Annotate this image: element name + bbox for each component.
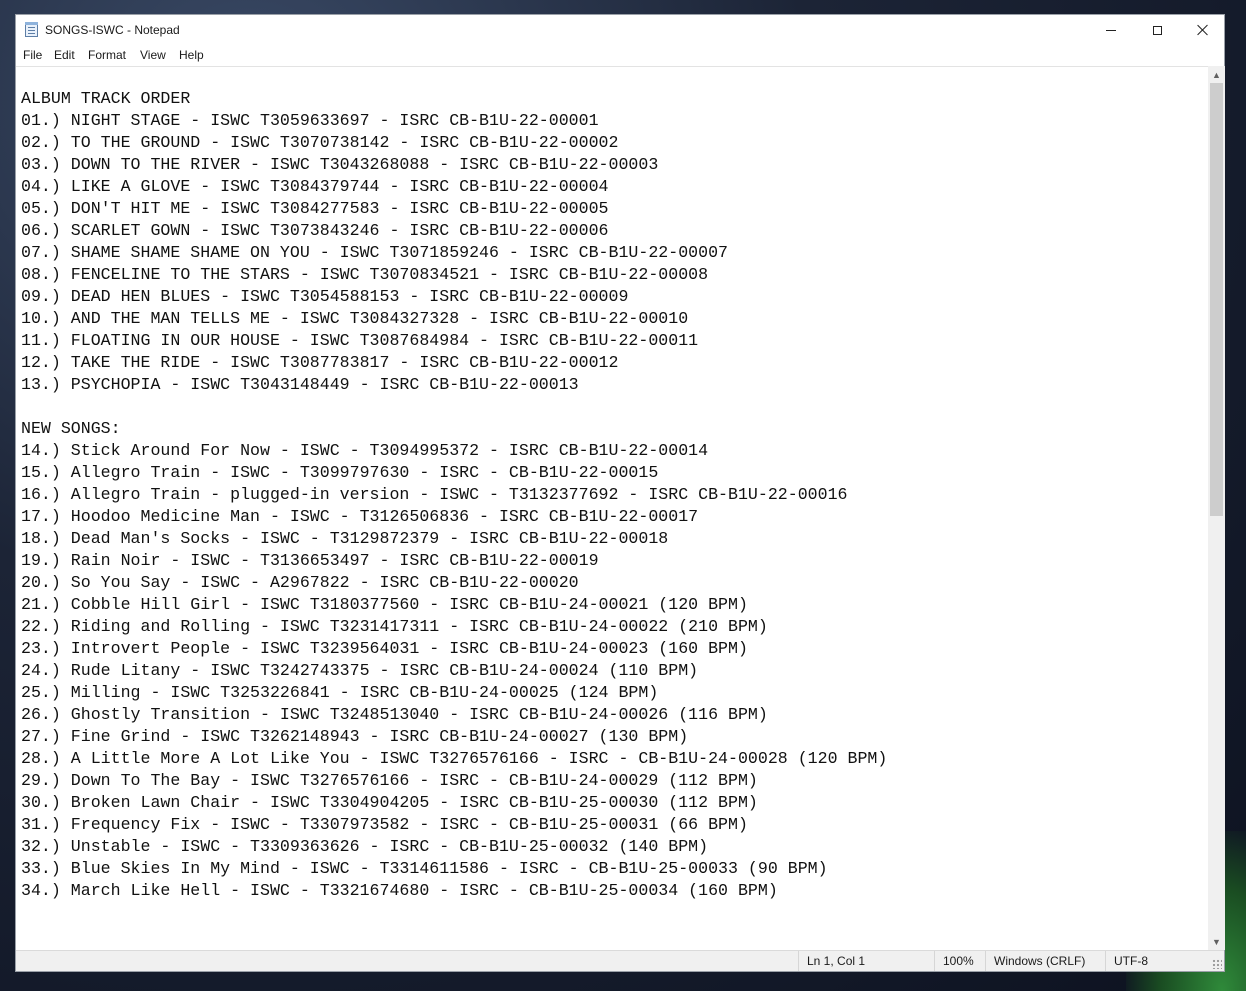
line-endings: Windows (CRLF) xyxy=(985,951,1105,971)
text-line: 15.) Allegro Train - ISWC - T3099797630 … xyxy=(21,463,659,482)
notepad-icon xyxy=(25,22,38,37)
menu-view[interactable]: View xyxy=(137,47,169,63)
text-line: 28.) A Little More A Lot Like You - ISWC… xyxy=(21,749,888,768)
notepad-window: SONGS-ISWC - Notepad File Edit Format Vi… xyxy=(15,14,1225,972)
text-line: 14.) Stick Around For Now - ISWC - T3094… xyxy=(21,441,709,460)
menu-edit[interactable]: Edit xyxy=(51,47,78,63)
text-line: 19.) Rain Noir - ISWC - T3136653497 - IS… xyxy=(21,551,599,570)
menu-format[interactable]: Format xyxy=(85,47,129,63)
encoding: UTF-8 xyxy=(1105,951,1205,971)
scroll-down-button[interactable]: ▼ xyxy=(1208,933,1225,950)
text-editor[interactable]: ALBUM TRACK ORDER 01.) NIGHT STAGE - ISWC… xyxy=(16,66,1208,951)
text-line: ALBUM TRACK ORDER xyxy=(21,89,191,108)
text-line: 03.) DOWN TO THE RIVER - ISWC T304326808… xyxy=(21,155,659,174)
chevron-down-icon: ▼ xyxy=(1212,936,1221,947)
text-line: 04.) LIKE A GLOVE - ISWC T3084379744 - I… xyxy=(21,177,609,196)
menu-file[interactable]: File xyxy=(20,47,45,63)
text-line: 32.) Unstable - ISWC - T3309363626 - ISR… xyxy=(21,837,709,856)
scrollbar-thumb[interactable] xyxy=(1210,83,1223,516)
window-title: SONGS-ISWC - Notepad xyxy=(45,23,180,37)
text-line: 12.) TAKE THE RIDE - ISWC T3087783817 - … xyxy=(21,353,619,372)
cursor-position: Ln 1, Col 1 xyxy=(798,951,934,971)
menu-help[interactable]: Help xyxy=(176,47,207,63)
text-line: 07.) SHAME SHAME SHAME ON YOU - ISWC T30… xyxy=(21,243,729,262)
text-line: 25.) Milling - ISWC T3253226841 - ISRC C… xyxy=(21,683,659,702)
maximize-button[interactable] xyxy=(1134,15,1180,45)
text-line: 08.) FENCELINE TO THE STARS - ISWC T3070… xyxy=(21,265,709,284)
text-line: 06.) SCARLET GOWN - ISWC T3073843246 - I… xyxy=(21,221,609,240)
text-line: 30.) Broken Lawn Chair - ISWC T330490420… xyxy=(21,793,758,812)
text-line: 31.) Frequency Fix - ISWC - T3307973582 … xyxy=(21,815,748,834)
text-line: 01.) NIGHT STAGE - ISWC T3059633697 - IS… xyxy=(21,111,599,130)
title-bar[interactable]: SONGS-ISWC - Notepad xyxy=(16,15,1224,45)
status-bar: Ln 1, Col 1 100% Windows (CRLF) UTF-8 xyxy=(16,950,1224,971)
close-icon xyxy=(1197,24,1209,36)
text-line: 20.) So You Say - ISWC - A2967822 - ISRC… xyxy=(21,573,579,592)
text-line: 33.) Blue Skies In My Mind - ISWC - T331… xyxy=(21,859,828,878)
text-line: 34.) March Like Hell - ISWC - T332167468… xyxy=(21,881,778,900)
text-line: 10.) AND THE MAN TELLS ME - ISWC T308432… xyxy=(21,309,689,328)
menu-bar: File Edit Format View Help xyxy=(16,45,1224,66)
text-line: 23.) Introvert People - ISWC T3239564031… xyxy=(21,639,748,658)
maximize-icon xyxy=(1152,25,1162,35)
text-line: NEW SONGS: xyxy=(21,419,121,438)
zoom-level: 100% xyxy=(934,951,985,971)
text-line xyxy=(21,396,887,418)
resize-grip-icon[interactable] xyxy=(1212,959,1222,969)
text-line: 16.) Allegro Train - plugged-in version … xyxy=(21,485,848,504)
minimize-icon xyxy=(1106,29,1116,31)
editor-text: ALBUM TRACK ORDER 01.) NIGHT STAGE - ISWC… xyxy=(21,88,887,902)
text-line: 05.) DON'T HIT ME - ISWC T3084277583 - I… xyxy=(21,199,609,218)
text-line: 27.) Fine Grind - ISWC T3262148943 - ISR… xyxy=(21,727,689,746)
text-line: 17.) Hoodoo Medicine Man - ISWC - T31265… xyxy=(21,507,699,526)
chevron-up-icon: ▲ xyxy=(1212,69,1221,80)
text-line: 22.) Riding and Rolling - ISWC T32314173… xyxy=(21,617,768,636)
text-line: 11.) FLOATING IN OUR HOUSE - ISWC T30876… xyxy=(21,331,699,350)
text-line: 26.) Ghostly Transition - ISWC T32485130… xyxy=(21,705,768,724)
text-line: 29.) Down To The Bay - ISWC T3276576166 … xyxy=(21,771,758,790)
text-line: 18.) Dead Man's Socks - ISWC - T31298723… xyxy=(21,529,669,548)
text-line: 09.) DEAD HEN BLUES - ISWC T3054588153 -… xyxy=(21,287,629,306)
vertical-scrollbar[interactable]: ▲ ▼ xyxy=(1208,66,1225,950)
text-line: 13.) PSYCHOPIA - ISWC T3043148449 - ISRC… xyxy=(21,375,579,394)
text-line: 24.) Rude Litany - ISWC T3242743375 - IS… xyxy=(21,661,699,680)
text-line: 02.) TO THE GROUND - ISWC T3070738142 - … xyxy=(21,133,619,152)
minimize-button[interactable] xyxy=(1088,15,1134,45)
scroll-up-button[interactable]: ▲ xyxy=(1208,66,1225,83)
text-line: 21.) Cobble Hill Girl - ISWC T3180377560… xyxy=(21,595,748,614)
close-button[interactable] xyxy=(1180,15,1226,45)
